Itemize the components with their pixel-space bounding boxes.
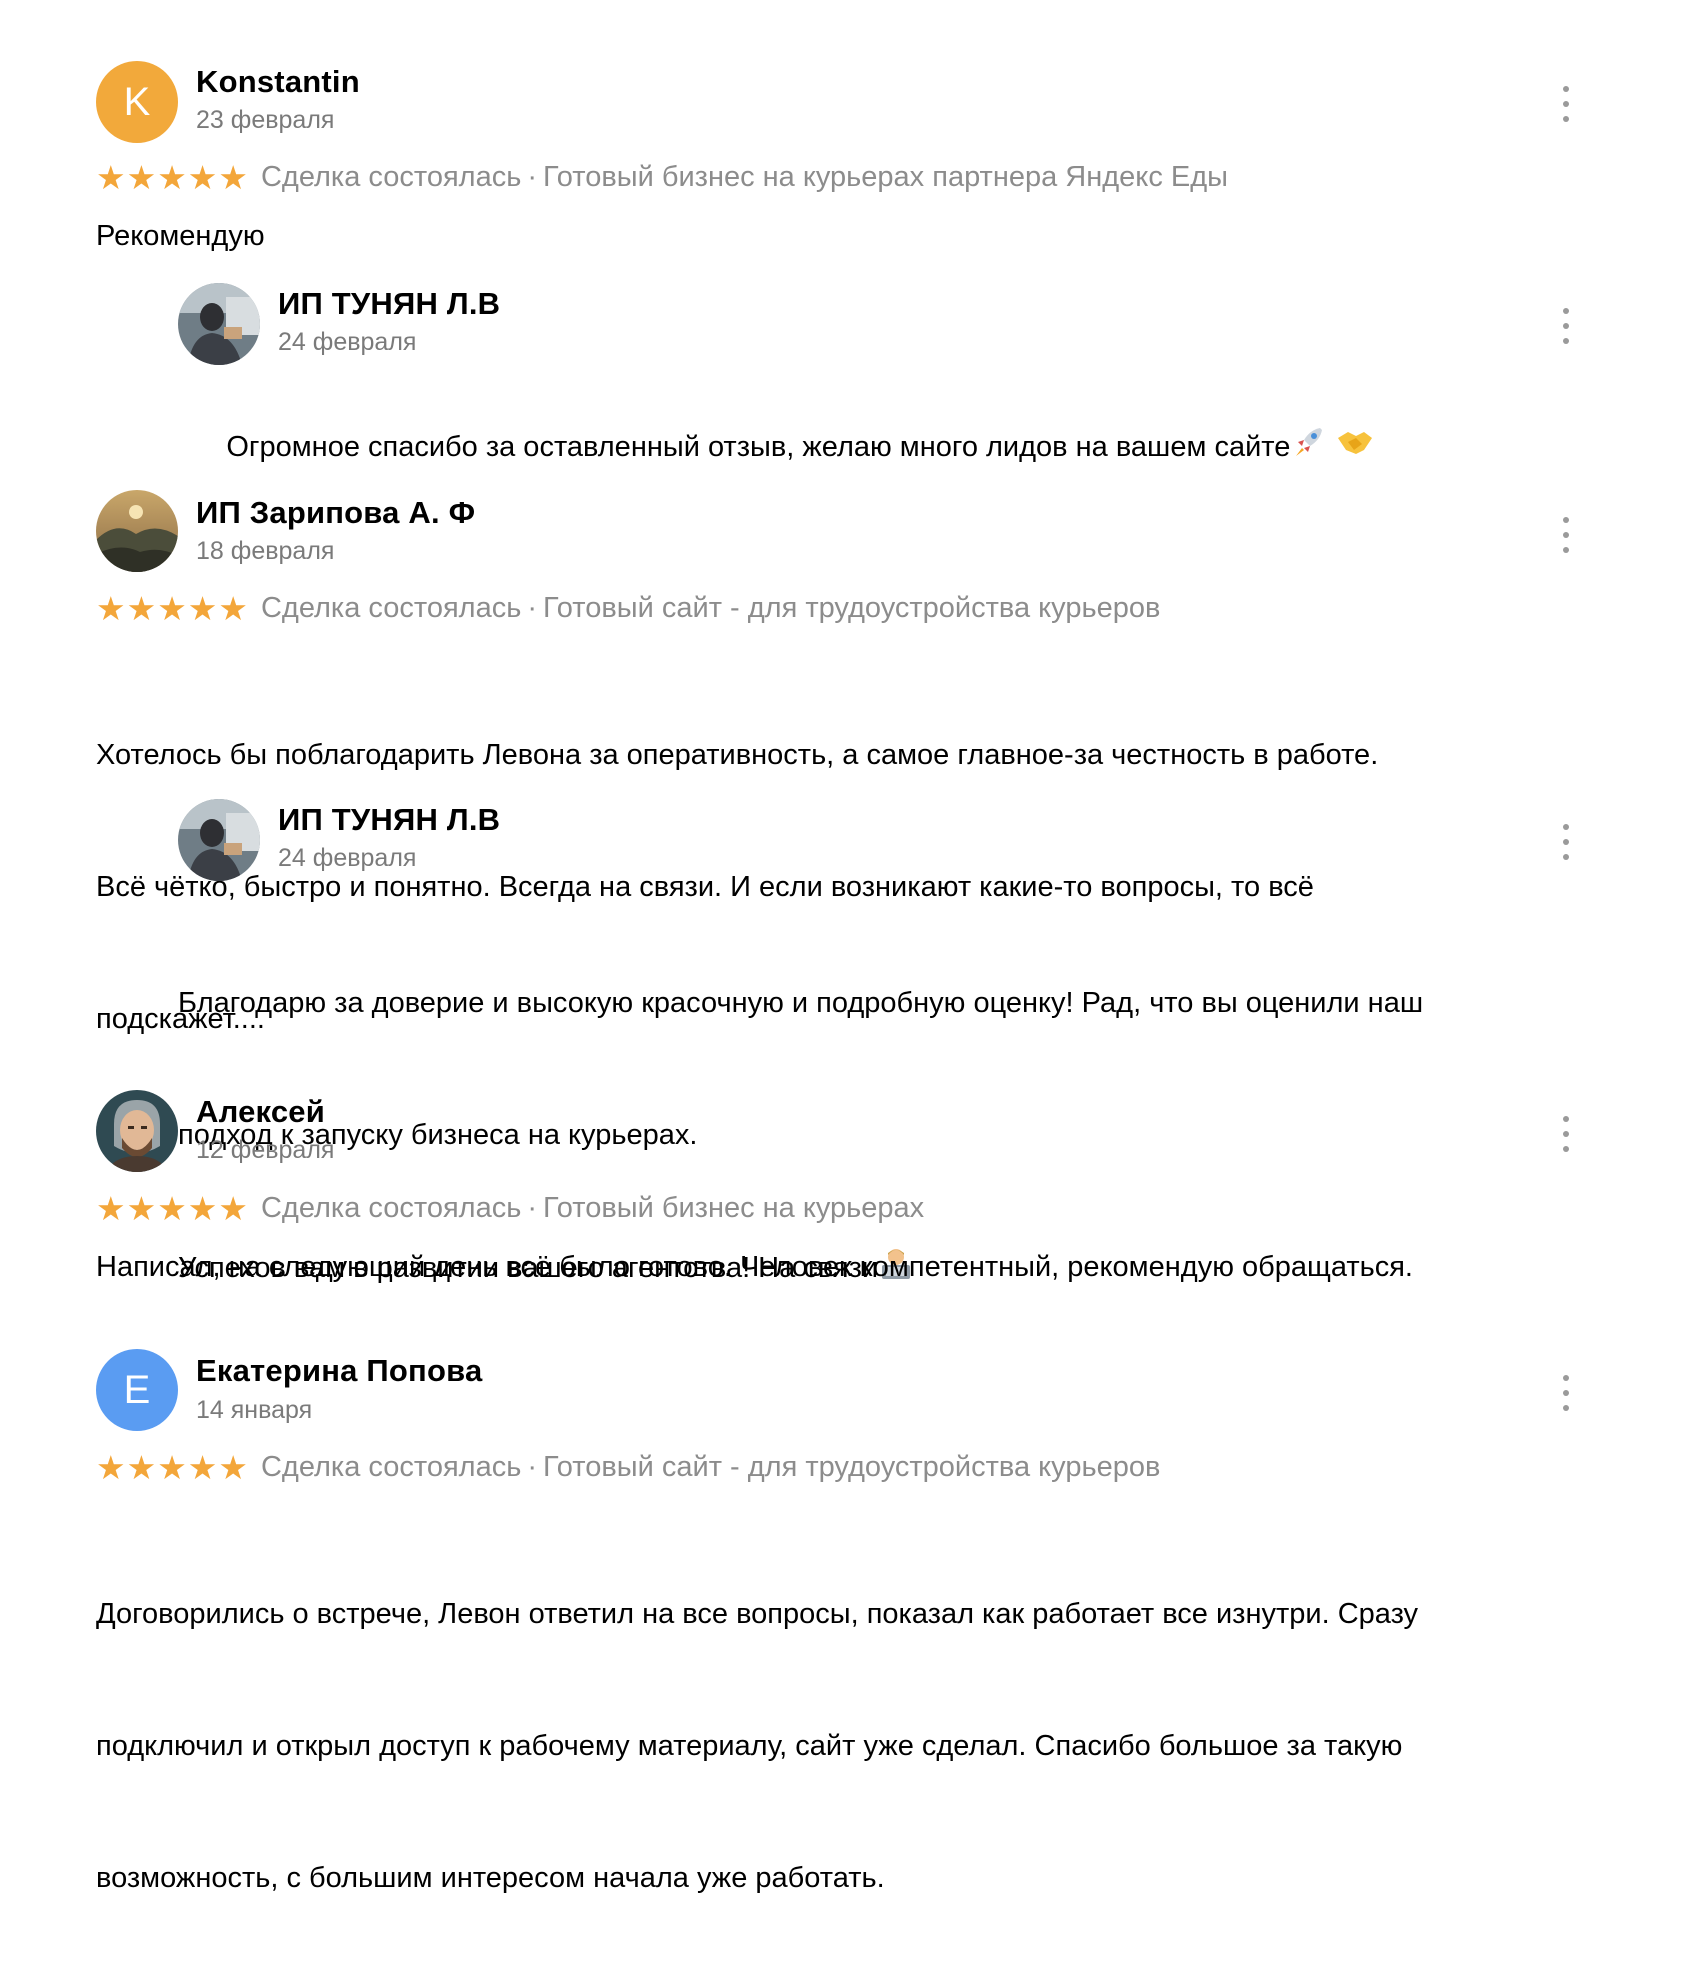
reply-author[interactable]: ИП ТУНЯН Л.В bbox=[278, 802, 500, 838]
more-options-button[interactable] bbox=[1554, 1375, 1578, 1411]
seller-avatar[interactable] bbox=[178, 283, 260, 365]
reply-text-line: Благодарю за доверие и высокую красочную… bbox=[178, 987, 1424, 1019]
star-icon: ★ bbox=[126, 1449, 157, 1486]
listing-link[interactable]: Готовый бизнес на курьерах партнера Янде… bbox=[543, 161, 1228, 194]
avatar[interactable]: K bbox=[96, 61, 178, 143]
star-icon: ★ bbox=[96, 1449, 126, 1486]
review-meta: ★ ★ ★ ★ ★ Сделка состоялась · Готовый бизнес… bbox=[96, 161, 1228, 194]
listing-link[interactable]: Готовый бизнес на курьерах bbox=[543, 1192, 924, 1225]
star-icon: ★ bbox=[187, 1449, 218, 1486]
star-icon: ★ bbox=[157, 1449, 187, 1486]
more-options-button[interactable] bbox=[1554, 824, 1578, 860]
meta-separator: · bbox=[527, 161, 538, 193]
star-icon: ★ bbox=[187, 159, 218, 196]
listing-link[interactable]: Готовый сайт - для трудоустройства курье… bbox=[543, 592, 1160, 625]
review-text: Написал, на следующий день всё было гото… bbox=[96, 1251, 1413, 1283]
review-date: 18 февраля bbox=[196, 537, 335, 565]
review-text-line: Хотелось бы поблагодарить Левона за опер… bbox=[96, 739, 1379, 771]
star-icon: ★ bbox=[218, 1190, 248, 1227]
review-text-line: Договорились о встрече, Левон ответил на… bbox=[96, 1598, 1419, 1630]
star-icon: ★ bbox=[157, 1190, 187, 1227]
more-vertical-icon bbox=[1563, 1375, 1569, 1381]
reply-date: 24 февраля bbox=[278, 328, 417, 356]
deal-status: Сделка состоялась bbox=[260, 592, 522, 624]
rocket-emoji bbox=[1290, 424, 1326, 473]
star-icon: ★ bbox=[187, 1190, 218, 1227]
star-icon: ★ bbox=[218, 1449, 248, 1486]
seller-photo bbox=[178, 799, 260, 881]
review-date: 14 января bbox=[196, 1396, 313, 1424]
star-icon: ★ bbox=[96, 590, 126, 627]
review-author[interactable]: Konstantin bbox=[196, 64, 360, 100]
rating-stars: ★ ★ ★ ★ ★ bbox=[96, 592, 249, 625]
avatar-initial: K bbox=[123, 79, 151, 124]
review-author[interactable]: Екатерина Попова bbox=[196, 1353, 482, 1389]
avatar-initial: Е bbox=[123, 1367, 151, 1412]
review-text: Договорились о встрече, Левон ответил на… bbox=[96, 1504, 1418, 1988]
seller-photo bbox=[178, 283, 260, 365]
landscape-photo bbox=[96, 490, 178, 572]
rating-stars: ★ ★ ★ ★ ★ bbox=[96, 1451, 249, 1484]
more-vertical-icon bbox=[1563, 824, 1569, 830]
star-icon: ★ bbox=[157, 159, 187, 196]
review-author[interactable]: ИП Зарипова А. Ф bbox=[196, 495, 475, 531]
reply-text-content: Огромное спасибо за оставленный отзыв, ж… bbox=[226, 431, 1291, 463]
star-icon: ★ bbox=[218, 590, 248, 627]
review-author[interactable]: Алексей bbox=[196, 1094, 325, 1130]
review-text-line: подключил и открыл доступ к рабочему мат… bbox=[96, 1730, 1403, 1762]
avatar[interactable] bbox=[96, 490, 178, 572]
deal-status: Сделка состоялась bbox=[260, 1451, 522, 1483]
reply-date: 24 февраля bbox=[278, 844, 417, 872]
more-vertical-icon bbox=[1563, 308, 1569, 314]
seller-avatar[interactable] bbox=[178, 799, 260, 881]
more-options-button[interactable] bbox=[1554, 308, 1578, 344]
star-icon: ★ bbox=[157, 590, 187, 627]
rating-stars: ★ ★ ★ ★ ★ bbox=[96, 1192, 249, 1225]
rating-stars: ★ ★ ★ ★ ★ bbox=[96, 161, 249, 194]
reply-author[interactable]: ИП ТУНЯН Л.В bbox=[278, 286, 500, 322]
deal-status: Сделка состоялась bbox=[260, 161, 522, 193]
more-vertical-icon bbox=[1563, 86, 1569, 92]
meta-separator: · bbox=[527, 1192, 538, 1224]
star-icon: ★ bbox=[126, 590, 157, 627]
review-text: Рекомендую bbox=[96, 220, 265, 252]
review-text-line: возможность, с большим интересом начала … bbox=[96, 1862, 885, 1894]
more-options-button[interactable] bbox=[1554, 86, 1578, 122]
more-options-button[interactable] bbox=[1554, 517, 1578, 553]
avatar[interactable] bbox=[96, 1090, 178, 1172]
avatar[interactable]: Е bbox=[96, 1349, 178, 1431]
deal-status: Сделка состоялась bbox=[260, 1192, 522, 1224]
star-icon: ★ bbox=[187, 590, 218, 627]
listing-link[interactable]: Готовый сайт - для трудоустройства курье… bbox=[543, 1451, 1160, 1484]
review-date: 23 февраля bbox=[196, 106, 335, 134]
more-vertical-icon bbox=[1563, 1116, 1569, 1122]
reply-text: Благодарю за доверие и высокую красочную… bbox=[178, 893, 1423, 1382]
star-icon: ★ bbox=[218, 159, 248, 196]
review-date: 12 февраля bbox=[196, 1136, 335, 1164]
reply-text-line: подход к запуску бизнеса на курьерах. bbox=[178, 1119, 698, 1151]
handshake-emoji bbox=[1334, 424, 1374, 473]
meta-separator: · bbox=[527, 592, 538, 624]
star-icon: ★ bbox=[96, 1190, 126, 1227]
review-meta: ★ ★ ★ ★ ★ Сделка состоялась · Готовый сайт -… bbox=[96, 592, 1160, 625]
review-meta: ★ ★ ★ ★ ★ Сделка состоялась · Готовый бизнес… bbox=[96, 1192, 924, 1225]
more-vertical-icon bbox=[1563, 517, 1569, 523]
star-icon: ★ bbox=[126, 1190, 157, 1227]
review-meta: ★ ★ ★ ★ ★ Сделка состоялась · Готовый сайт -… bbox=[96, 1451, 1160, 1484]
meta-separator: · bbox=[527, 1451, 538, 1483]
star-icon: ★ bbox=[96, 159, 126, 196]
star-icon: ★ bbox=[126, 159, 157, 196]
more-options-button[interactable] bbox=[1554, 1116, 1578, 1152]
portrait-photo bbox=[96, 1090, 178, 1172]
